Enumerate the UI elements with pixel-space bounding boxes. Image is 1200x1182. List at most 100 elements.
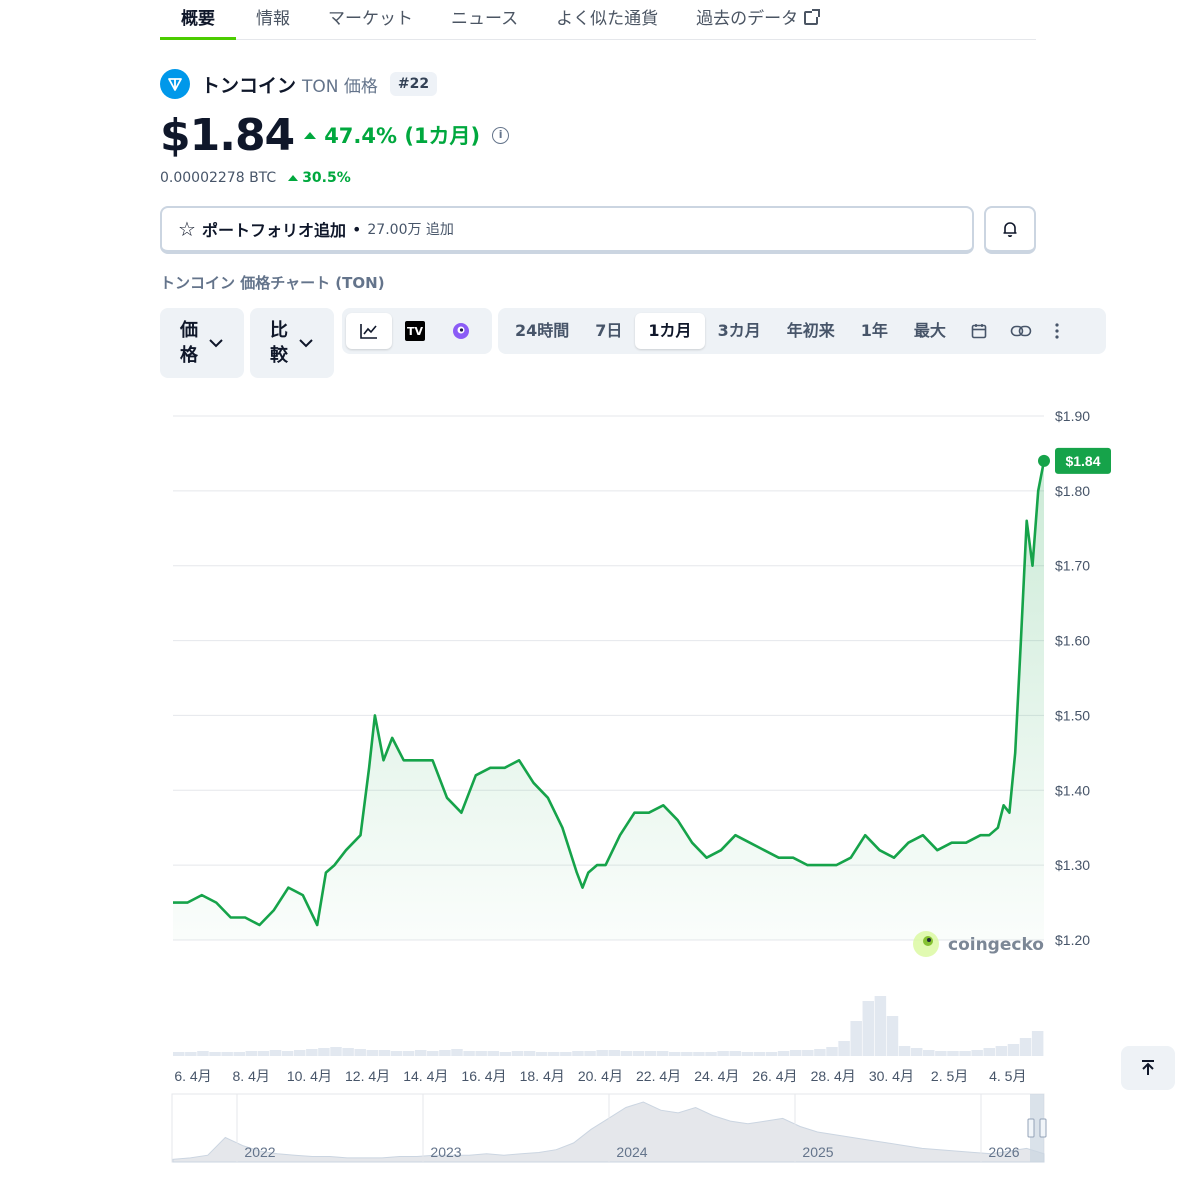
navigator-handle-left[interactable]	[1027, 1118, 1035, 1138]
volume-bar	[354, 1049, 366, 1056]
info-icon[interactable]: i	[492, 126, 510, 144]
x-tick-label: 24. 4月	[694, 1068, 739, 1084]
volume-bar	[947, 1051, 959, 1056]
volume-bar	[777, 1051, 790, 1056]
chart-title: トンコイン 価格チャート (TON)	[160, 274, 385, 292]
navigator-year-label: 2023	[430, 1144, 461, 1160]
x-tick-label: 12. 4月	[345, 1068, 390, 1084]
x-tick-label: 16. 4月	[461, 1068, 506, 1084]
date-range-button[interactable]	[959, 313, 999, 349]
volume-bar	[608, 1050, 620, 1056]
range-navigator[interactable]: 2022 2023 2024 2025 2026	[160, 1090, 1060, 1166]
x-tick-label: 18. 4月	[520, 1068, 565, 1084]
volume-bar	[535, 1052, 548, 1056]
toncoin-logo-icon	[160, 69, 190, 99]
volume-bar	[257, 1051, 270, 1056]
x-tick-label: 30. 4月	[869, 1068, 914, 1084]
current-price-label: $1.84	[1055, 447, 1111, 474]
range-3m[interactable]: 3カ月	[705, 313, 774, 349]
price-chart[interactable]: $1.84 $1.90 $1.80 $1.70 $1.60 $1.50 $1.40 $1.3…	[160, 390, 1120, 1090]
tradingview-button[interactable]: TV	[392, 313, 438, 349]
volume-bar	[366, 1050, 379, 1056]
volume-bar	[1007, 1044, 1020, 1056]
volume-bar	[173, 1052, 185, 1056]
volume-bar	[656, 1051, 669, 1056]
volume-bar	[802, 1050, 814, 1056]
btc-change: 30.5%	[302, 170, 351, 186]
volume-bar	[620, 1051, 633, 1056]
ai-gecko-icon	[453, 323, 469, 339]
volume-bar	[281, 1051, 294, 1056]
time-range-group: 24時間 7日 1カ月 3カ月 年初来 1年 最大	[498, 308, 1106, 354]
tab-news[interactable]: ニュース	[451, 0, 518, 40]
volume-bar	[245, 1051, 258, 1056]
volume-bar	[499, 1052, 512, 1056]
range-1m[interactable]: 1カ月	[635, 313, 705, 349]
price-alert-button[interactable]	[984, 206, 1036, 254]
navigator-year-label: 2024	[616, 1144, 647, 1160]
bell-icon	[1003, 222, 1017, 238]
price-row: $1.84 47.4% (1カ月) i	[160, 108, 510, 162]
scroll-to-top-button[interactable]	[1121, 1046, 1175, 1090]
x-tick-label: 10. 4月	[287, 1068, 332, 1084]
volume-bar	[632, 1051, 645, 1056]
volume-bar	[342, 1048, 354, 1056]
ai-chart-button[interactable]	[438, 313, 484, 349]
portfolio-count: 27.00万 追加	[367, 222, 454, 238]
tab-historical-data[interactable]: 過去のデータ	[696, 0, 821, 40]
share-link-button[interactable]	[999, 313, 1043, 349]
line-chart-icon	[360, 324, 377, 339]
caret-up-icon	[288, 175, 299, 181]
caret-up-icon	[304, 131, 317, 139]
volume-bar	[233, 1052, 245, 1056]
tab-markets[interactable]: マーケット	[328, 0, 413, 40]
price-type-dropdown[interactable]: 価格	[160, 308, 244, 378]
compare-dropdown[interactable]: 比較	[250, 308, 334, 378]
tradingview-icon: TV	[405, 321, 425, 341]
arrow-up-icon	[1142, 1060, 1154, 1075]
range-7d[interactable]: 7日	[582, 313, 635, 349]
link-icon	[1010, 325, 1032, 337]
y-tick-label: $1.40	[1055, 782, 1090, 798]
tab-similar-coins[interactable]: よく似た通貨	[556, 0, 658, 40]
line-chart-button[interactable]	[346, 313, 392, 349]
volume-bar	[765, 1052, 778, 1056]
volume-bar	[910, 1048, 923, 1056]
tab-overview[interactable]: 概要	[160, 0, 236, 40]
range-ytd[interactable]: 年初来	[774, 313, 848, 349]
volume-bar	[596, 1050, 608, 1056]
more-options-button[interactable]	[1043, 313, 1071, 349]
navigator-handle-right[interactable]	[1039, 1118, 1047, 1138]
volume-bar	[1019, 1038, 1032, 1056]
coingecko-watermark-text: coingecko	[948, 935, 1044, 955]
compare-label: 比較	[270, 320, 288, 366]
volume-bar	[959, 1051, 971, 1056]
volume-bar	[330, 1047, 342, 1056]
add-to-portfolio-button[interactable]: ☆ ポートフォリオ追加 • 27.00万 追加	[160, 206, 974, 254]
range-24h[interactable]: 24時間	[502, 313, 582, 349]
volume-bar	[850, 1021, 862, 1056]
navigator-year-label: 2026	[988, 1144, 1019, 1160]
volume-bar	[548, 1052, 560, 1056]
volume-bar	[197, 1051, 209, 1056]
btc-price-row: 0.00002278 BTC 30.5%	[160, 170, 351, 186]
coin-symbol-label: TON 価格	[302, 76, 378, 97]
volume-bar	[741, 1052, 754, 1056]
price-type-label: 価格	[180, 320, 198, 366]
volume-bar	[935, 1051, 947, 1056]
range-1y[interactable]: 1年	[848, 313, 901, 349]
tab-historical-data-label: 過去のデータ	[696, 9, 799, 29]
y-tick-label: $1.20	[1055, 932, 1090, 948]
navigator-year-label: 2022	[244, 1144, 275, 1160]
volume-bar	[560, 1052, 572, 1056]
y-tick-label: $1.90	[1055, 408, 1090, 424]
star-icon: ☆	[178, 217, 196, 241]
current-price: $1.84	[160, 109, 295, 161]
range-max[interactable]: 最大	[901, 313, 959, 349]
volume-bar	[293, 1050, 306, 1056]
volume-bar	[209, 1052, 221, 1056]
volume-bar	[439, 1050, 451, 1056]
tab-info[interactable]: 情報	[256, 0, 290, 40]
volume-bar	[753, 1052, 766, 1056]
volume-bar	[414, 1050, 427, 1056]
